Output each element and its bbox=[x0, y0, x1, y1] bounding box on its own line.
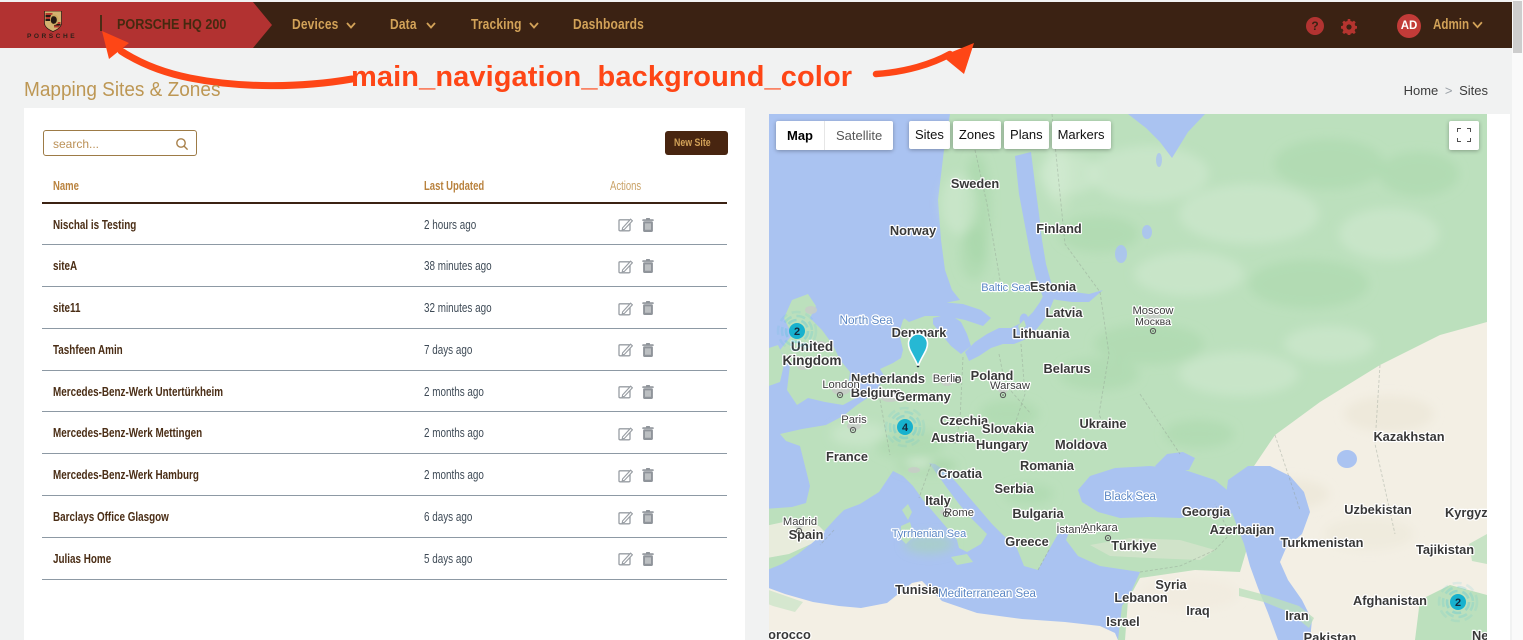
svg-text:Azerbaijan: Azerbaijan bbox=[1210, 522, 1275, 537]
svg-text:Lebanon: Lebanon bbox=[1114, 590, 1168, 605]
svg-text:Paris: Paris bbox=[841, 414, 867, 426]
svg-text:Berlin: Berlin bbox=[933, 373, 962, 385]
svg-text:2: 2 bbox=[794, 326, 800, 338]
svg-text:Pakistan: Pakistan bbox=[1304, 630, 1357, 640]
svg-text:Tunisia: Tunisia bbox=[895, 582, 940, 597]
svg-text:4: 4 bbox=[902, 422, 909, 434]
svg-text:Moldova: Moldova bbox=[1055, 437, 1108, 452]
svg-text:Iraq: Iraq bbox=[1186, 603, 1209, 618]
svg-text:Ukraine: Ukraine bbox=[1080, 416, 1127, 431]
svg-text:Bulgaria: Bulgaria bbox=[1012, 506, 1064, 521]
svg-text:France: France bbox=[826, 449, 868, 464]
svg-text:Slovakia: Slovakia bbox=[982, 421, 1035, 436]
svg-text:Tajikistan: Tajikistan bbox=[1416, 542, 1474, 557]
svg-text:Netherlands: Netherlands bbox=[851, 371, 925, 386]
svg-text:Estonia: Estonia bbox=[1030, 279, 1077, 294]
svg-text:Finland: Finland bbox=[1036, 221, 1082, 236]
svg-text:Greece: Greece bbox=[1005, 534, 1048, 549]
svg-text:London: London bbox=[822, 379, 859, 391]
svg-text:Norway: Norway bbox=[890, 223, 937, 238]
svg-text:Mediterranean Sea: Mediterranean Sea bbox=[938, 588, 1036, 600]
svg-text:Romania: Romania bbox=[1020, 458, 1075, 473]
svg-text:Croatia: Croatia bbox=[938, 466, 983, 481]
svg-text:Turkmenistan: Turkmenistan bbox=[1281, 535, 1364, 550]
svg-text:Lithuania: Lithuania bbox=[1013, 326, 1071, 341]
svg-text:Iran: Iran bbox=[1285, 608, 1309, 623]
svg-text:Ankara: Ankara bbox=[1082, 522, 1118, 534]
svg-text:Black Sea: Black Sea bbox=[1104, 491, 1156, 503]
svg-text:Warsaw: Warsaw bbox=[990, 380, 1031, 392]
svg-text:Italy: Italy bbox=[925, 493, 951, 508]
svg-text:Москва: Москва bbox=[1135, 316, 1171, 328]
svg-text:Türkiye: Türkiye bbox=[1111, 538, 1157, 553]
svg-text:Afghanistan: Afghanistan bbox=[1353, 593, 1427, 608]
svg-text:Morocco: Morocco bbox=[769, 627, 811, 640]
svg-text:2: 2 bbox=[1455, 597, 1461, 609]
svg-text:Uzbekistan: Uzbekistan bbox=[1344, 502, 1412, 517]
svg-text:Belarus: Belarus bbox=[1044, 361, 1091, 376]
svg-text:Madrid: Madrid bbox=[783, 516, 817, 528]
svg-text:North Sea: North Sea bbox=[839, 313, 893, 327]
svg-text:New: New bbox=[1472, 628, 1487, 640]
svg-text:Georgia: Georgia bbox=[1182, 504, 1231, 519]
svg-text:Kyrgyzsta: Kyrgyzsta bbox=[1445, 505, 1487, 520]
svg-text:Israel: Israel bbox=[1106, 614, 1139, 629]
svg-text:Spain: Spain bbox=[789, 527, 824, 542]
svg-text:Sweden: Sweden bbox=[951, 176, 1000, 191]
svg-text:Kazakhstan: Kazakhstan bbox=[1373, 429, 1444, 444]
svg-text:Tyrrhenian Sea: Tyrrhenian Sea bbox=[892, 528, 967, 540]
svg-text:Austria: Austria bbox=[931, 430, 976, 445]
svg-text:Latvia: Latvia bbox=[1046, 305, 1084, 320]
svg-text:Hungary: Hungary bbox=[976, 437, 1029, 452]
svg-text:main_navigation_background_col: main_navigation_background_color bbox=[351, 61, 852, 93]
svg-text:Germany: Germany bbox=[895, 389, 951, 404]
svg-text:Baltic Sea: Baltic Sea bbox=[981, 282, 1031, 294]
svg-text:Kingdom: Kingdom bbox=[783, 353, 842, 368]
svg-text:Serbia: Serbia bbox=[994, 481, 1034, 496]
